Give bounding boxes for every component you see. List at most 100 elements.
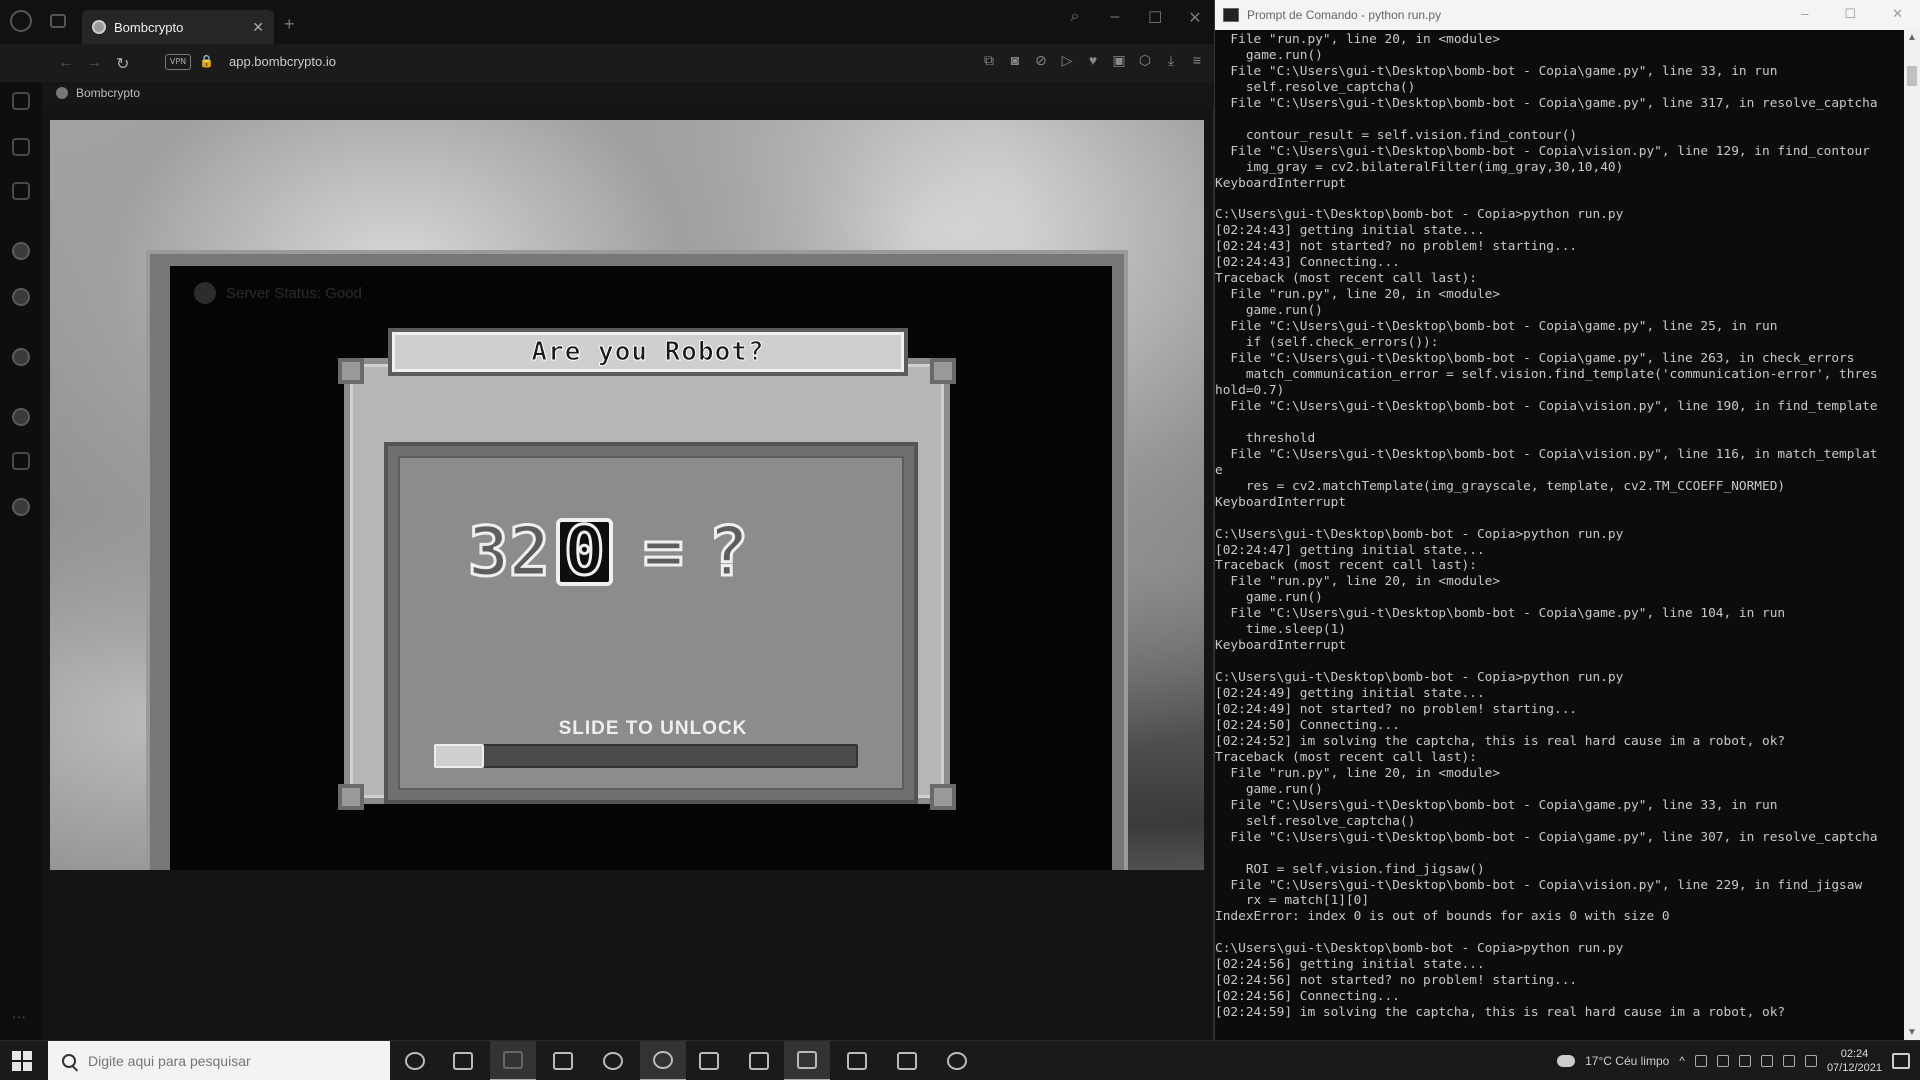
captcha-digits: 32 (467, 511, 552, 593)
terminal-icon[interactable] (834, 1041, 880, 1080)
vpn-badge[interactable]: VPN (165, 54, 191, 70)
taskbar-app-blank[interactable] (490, 1041, 536, 1080)
cmd-line: game.run() (1215, 47, 1323, 63)
photos-icon[interactable] (884, 1041, 930, 1080)
cmd-scrollbar[interactable]: ▲ ▼ (1904, 30, 1920, 1040)
tab-close-icon[interactable]: ✕ (252, 19, 264, 36)
address-bar: ← → ↻ VPN 🔒 app.bombcrypto.io ⧉ ◙ ⊘ ▷ ♥ … (0, 44, 1214, 82)
menu-icon[interactable]: ≡ (1190, 52, 1204, 69)
close-button[interactable]: ✕ (1188, 8, 1202, 28)
reload-button[interactable]: ↻ (116, 54, 129, 74)
clock[interactable]: 02:24 07/12/2021 (1827, 1047, 1882, 1075)
shopping-icon[interactable] (12, 138, 30, 156)
tab-bombcrypto[interactable]: Bombcrypto ✕ (82, 10, 274, 44)
taskbar-search[interactable] (48, 1041, 390, 1080)
opera-logo-icon[interactable] (10, 10, 32, 32)
speed-dial-icon[interactable] (12, 92, 30, 110)
cmd-close-button[interactable]: ✕ (1892, 6, 1903, 22)
cmd-line (1215, 511, 1905, 527)
file-explorer-icon[interactable] (540, 1041, 586, 1080)
cmd-line: File "C:\Users\gui-t\Desktop\bomb-bot - … (1215, 877, 1863, 893)
cmd-line: [02:24:47] getting initial state... (1215, 542, 1485, 558)
slider-handle[interactable] (434, 744, 484, 768)
opera-taskbar-icon[interactable] (640, 1041, 686, 1080)
cmd-line: time.sleep(1) (1215, 622, 1346, 638)
scroll-down-icon[interactable]: ▼ (1907, 1027, 1917, 1038)
cloud-icon[interactable] (1738, 1055, 1751, 1067)
cmd-line (1215, 846, 1905, 862)
chrome-icon[interactable] (590, 1041, 636, 1080)
weather-text[interactable]: 17°C Céu limpo (1585, 1054, 1669, 1068)
cmd-line: [02:24:59] im solving the captcha, this … (1215, 1005, 1786, 1021)
cortana-icon[interactable] (392, 1041, 438, 1080)
cmd-line: [02:24:56] getting initial state... (1215, 957, 1485, 973)
scroll-up-icon[interactable]: ▲ (1907, 32, 1917, 43)
cmd-line: Traceback (most recent call last): (1215, 558, 1477, 574)
block-icon[interactable]: ⊘ (1034, 52, 1048, 69)
volume-icon[interactable] (1804, 1055, 1817, 1067)
search-input[interactable] (88, 1053, 368, 1069)
lock-icon[interactable]: 🔒 (199, 54, 214, 68)
task-view-icon[interactable] (440, 1041, 486, 1080)
scrollbar-thumb[interactable] (1907, 66, 1917, 86)
tray-app-icon[interactable] (1694, 1055, 1707, 1067)
bookmark-bombcrypto[interactable]: Bombcrypto (56, 86, 140, 100)
url-field[interactable]: app.bombcrypto.io (229, 54, 336, 69)
cmd-line (1215, 925, 1905, 941)
windows-start-icon[interactable] (12, 1051, 32, 1071)
extensions-icon[interactable] (12, 452, 30, 470)
whatsapp-icon[interactable] (12, 288, 30, 306)
download-icon[interactable]: ⤓ (1164, 52, 1178, 69)
camera-icon[interactable]: ⧉ (982, 52, 996, 69)
search-icon (62, 1054, 76, 1068)
cmd-line: self.resolve_captcha() (1215, 79, 1416, 95)
cmd-output[interactable]: File "run.py", line 20, in <module> game… (1215, 30, 1905, 1040)
cmd-line: File "run.py", line 20, in <module> (1215, 574, 1501, 590)
minimize-button[interactable]: – (1108, 8, 1122, 28)
cmd-line (1215, 112, 1905, 128)
weather-icon[interactable] (1557, 1055, 1576, 1067)
onedrive-icon[interactable] (1760, 1055, 1773, 1067)
snapshot-icon[interactable]: ◙ (1008, 52, 1022, 69)
steam-icon[interactable] (934, 1041, 980, 1080)
more-icon[interactable]: ··· (12, 1008, 26, 1024)
new-tab-button[interactable]: + (284, 14, 295, 35)
news-icon[interactable] (12, 182, 30, 200)
messenger-icon[interactable] (12, 242, 30, 260)
slider-track[interactable] (434, 742, 860, 770)
cmd-line: File "C:\Users\gui-t\Desktop\bomb-bot - … (1215, 398, 1878, 414)
cmd-minimize-button[interactable]: – (1801, 6, 1808, 22)
vscode-icon[interactable] (736, 1041, 782, 1080)
back-button[interactable]: ← (58, 54, 74, 72)
network-icon[interactable] (1782, 1055, 1795, 1067)
cmd-line: File "run.py", line 20, in <module> (1215, 32, 1501, 47)
forward-button[interactable]: → (86, 54, 102, 72)
cmd-line: File "C:\Users\gui-t\Desktop\bomb-bot - … (1215, 63, 1778, 79)
tray-expand-icon[interactable]: ^ (1679, 1054, 1685, 1068)
cmd-icon (1223, 8, 1239, 22)
history-icon[interactable] (12, 408, 30, 426)
notifications-icon[interactable] (1892, 1053, 1910, 1069)
tab-menu-icon[interactable] (50, 14, 66, 28)
player-icon[interactable] (12, 348, 30, 366)
cmd-taskbar-icon[interactable] (784, 1041, 830, 1080)
cmd-line: File "C:\Users\gui-t\Desktop\bomb-bot - … (1215, 143, 1870, 159)
cmd-maximize-button[interactable]: ☐ (1844, 6, 1856, 22)
search-tabs-icon[interactable]: ⌕ (1068, 8, 1082, 28)
microphone-icon[interactable] (1716, 1055, 1729, 1067)
heart-icon[interactable]: ♥ (1086, 52, 1100, 69)
cmd-line: ROI = self.vision.find_jigsaw() (1215, 861, 1485, 877)
cmd-line: game.run() (1215, 781, 1323, 797)
cmd-line (1215, 415, 1905, 431)
corner-ornament (338, 784, 364, 810)
checkmark-app-icon[interactable] (686, 1041, 732, 1080)
wallet-icon[interactable]: ▣ (1112, 52, 1126, 69)
cmd-line: [02:24:43] not started? no problem! star… (1215, 239, 1578, 255)
maximize-button[interactable]: ☐ (1148, 8, 1162, 28)
clock-time: 02:24 (1840, 1048, 1869, 1060)
cmd-line: File "C:\Users\gui-t\Desktop\bomb-bot - … (1215, 797, 1778, 813)
cube-icon[interactable]: ⬡ (1138, 52, 1152, 69)
tab-title: Bombcrypto (114, 19, 184, 35)
play-icon[interactable]: ▷ (1060, 52, 1074, 69)
settings-icon[interactable] (12, 498, 30, 516)
